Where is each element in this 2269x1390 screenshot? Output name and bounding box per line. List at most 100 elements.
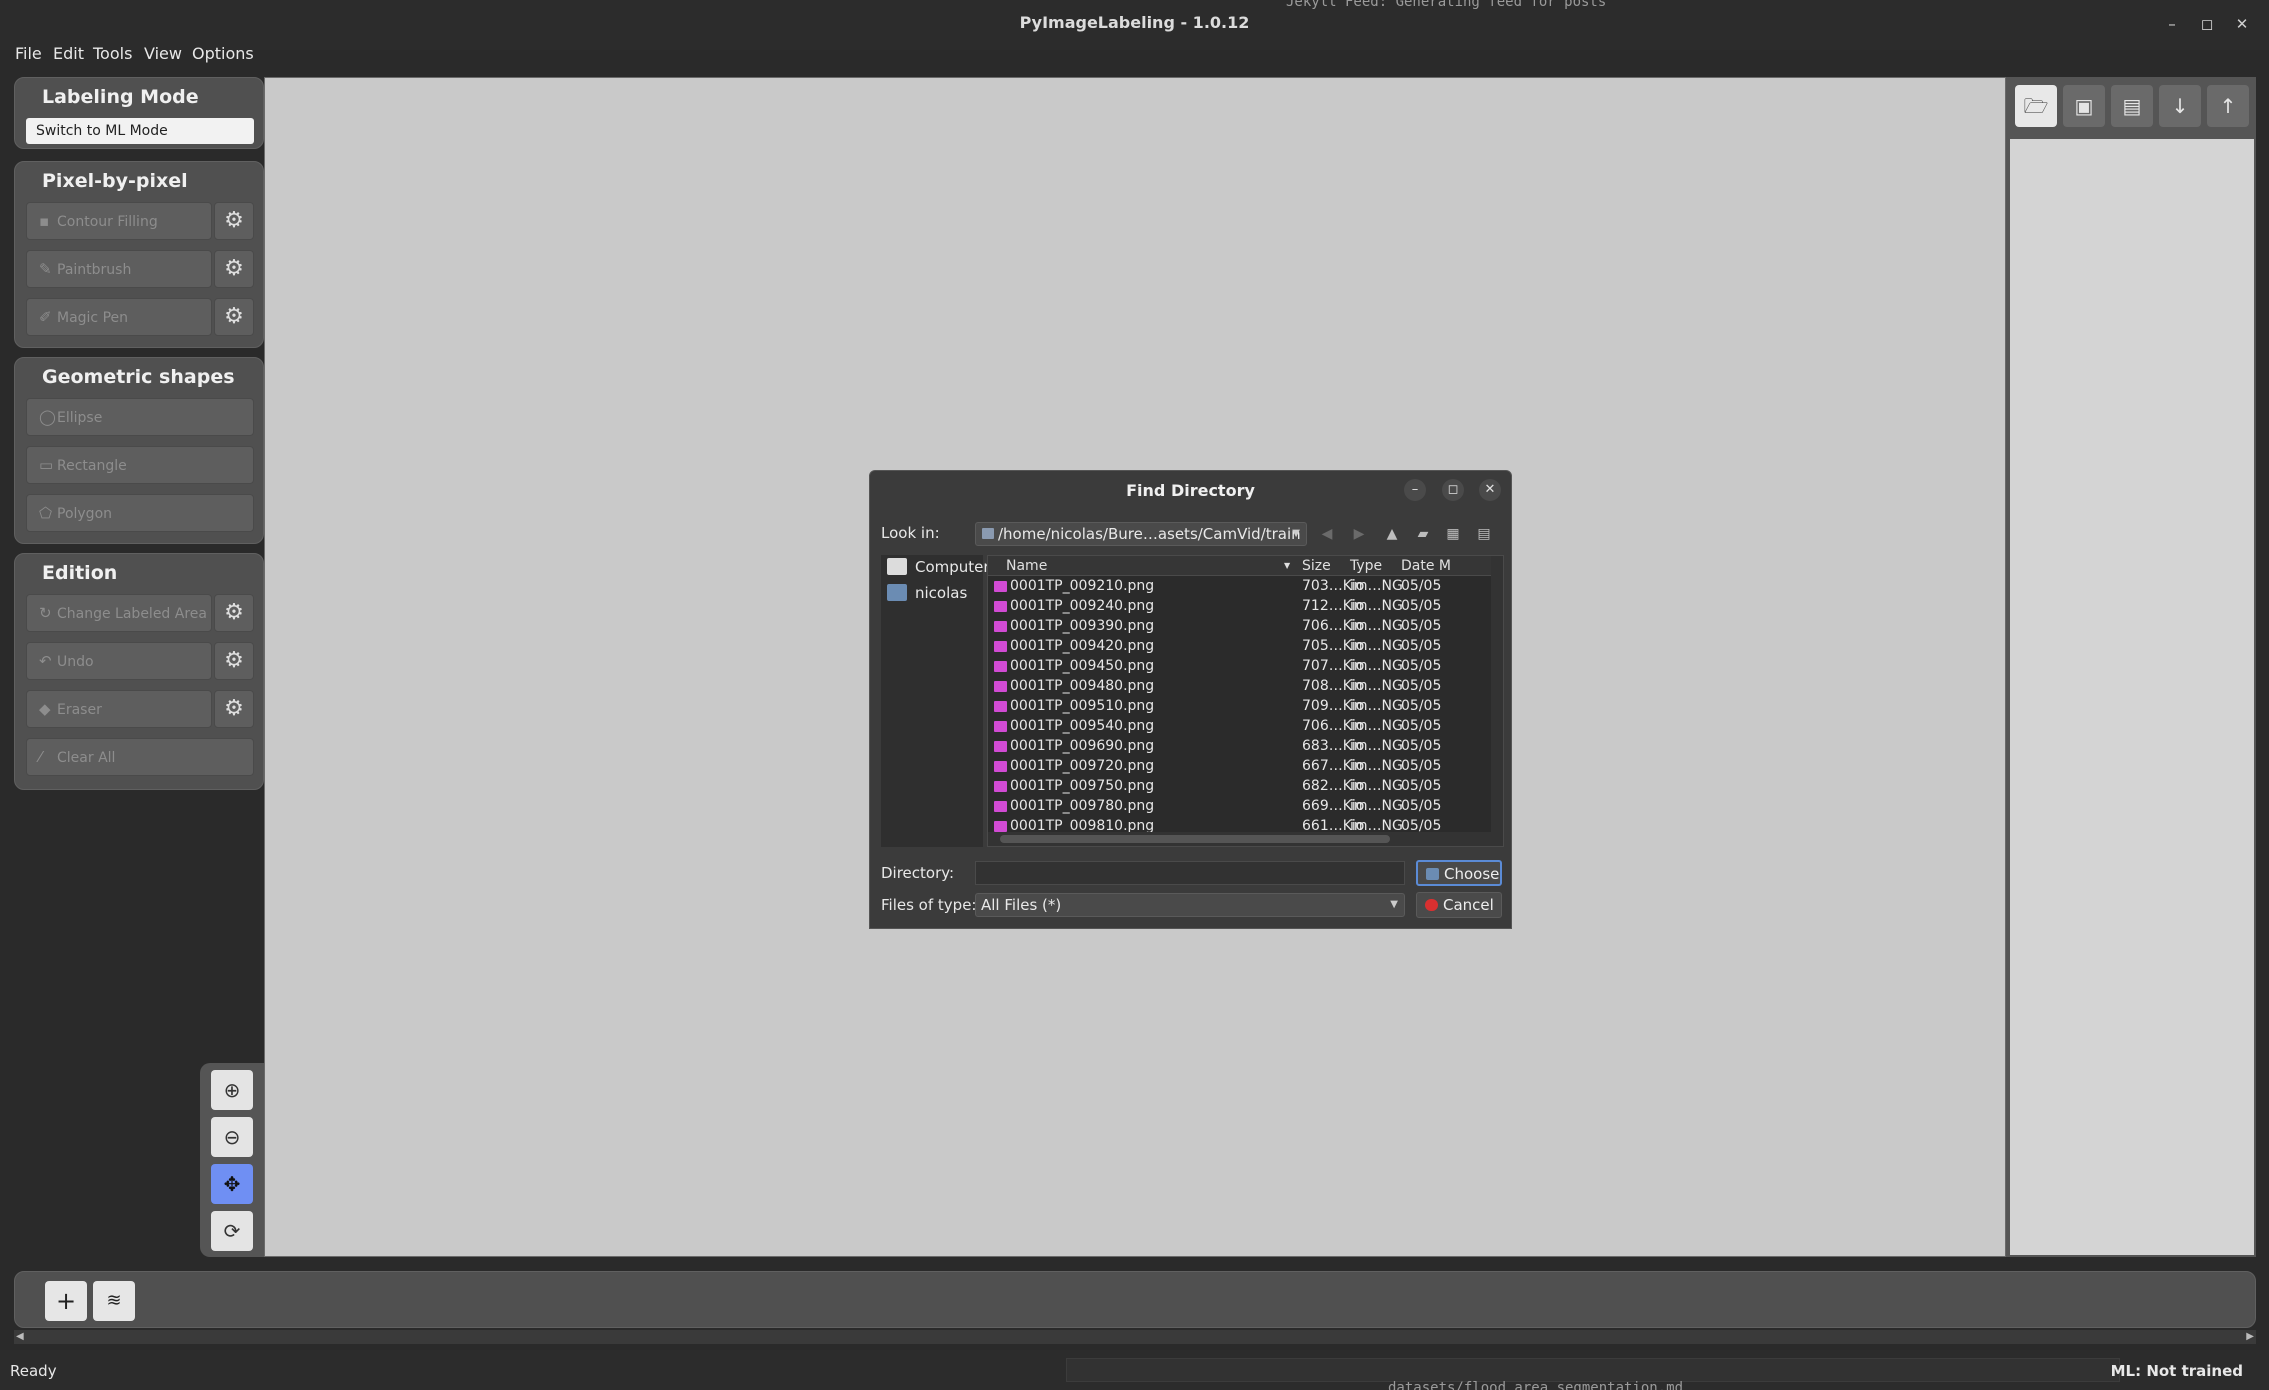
- geometric-group-title: Geometric shapes: [42, 366, 235, 388]
- menu-file[interactable]: File: [15, 44, 42, 63]
- change-labeled-area-button[interactable]: ↻ Change Labeled Area: [26, 594, 212, 632]
- rectangle-button[interactable]: ▭ Rectangle: [26, 446, 254, 484]
- upload-icon[interactable]: ↑: [2207, 85, 2249, 127]
- scroll-thumb[interactable]: [1000, 835, 1390, 843]
- files-of-type-value: All Files (*): [981, 896, 1062, 914]
- paintbrush-settings-icon[interactable]: ⚙: [214, 250, 254, 288]
- file-date: 05/05: [1401, 758, 1442, 774]
- look-in-label: Look in:: [881, 524, 940, 542]
- scroll-right-icon[interactable]: ▶: [2246, 1330, 2254, 1344]
- file-row[interactable]: 0001TP_009720.png 667…Kio im…NG 05/05: [988, 757, 1493, 777]
- zoom-in-icon[interactable]: ⊕: [211, 1070, 253, 1110]
- file-date: 05/05: [1401, 798, 1442, 814]
- window-title: PyImageLabeling - 1.0.12: [1019, 13, 1250, 32]
- zoom-out-icon[interactable]: ⊖: [211, 1117, 253, 1157]
- minimize-icon[interactable]: –: [2160, 12, 2184, 36]
- save-as-icon[interactable]: ▤: [2111, 85, 2153, 127]
- contour-filling-button[interactable]: ▪ Contour Filling: [26, 202, 212, 240]
- magic-pen-settings-icon[interactable]: ⚙: [214, 298, 254, 336]
- file-date: 05/05: [1401, 598, 1442, 614]
- file-date: 05/05: [1401, 698, 1442, 714]
- place-computer[interactable]: Computer: [885, 555, 990, 579]
- undo-button[interactable]: ↶ Undo: [26, 642, 212, 680]
- layers-icon[interactable]: ≋: [93, 1281, 135, 1321]
- cancel-button[interactable]: Cancel: [1416, 892, 1502, 918]
- add-icon[interactable]: +: [45, 1281, 87, 1321]
- file-row[interactable]: 0001TP_009780.png 669…Kio im…NG 05/05: [988, 797, 1493, 817]
- contour-filling-settings-icon[interactable]: ⚙: [214, 202, 254, 240]
- file-type: im…NG: [1350, 618, 1403, 634]
- column-name[interactable]: Name: [1006, 558, 1047, 574]
- menu-edit[interactable]: Edit: [53, 44, 84, 63]
- file-row[interactable]: 0001TP_009210.png 703…Kio im…NG 05/05: [988, 577, 1493, 597]
- reset-view-icon[interactable]: ⟳: [211, 1211, 253, 1251]
- column-type[interactable]: Type: [1350, 558, 1382, 574]
- file-list-panel[interactable]: [2010, 139, 2254, 1255]
- undo-settings-icon[interactable]: ⚙: [214, 642, 254, 680]
- tool-label: Polygon: [57, 506, 113, 522]
- maximize-icon[interactable]: ◻: [2195, 12, 2219, 36]
- detail-view-icon[interactable]: ▤: [1473, 524, 1495, 544]
- file-row[interactable]: 0001TP_009540.png 706…Kio im…NG 05/05: [988, 717, 1493, 737]
- file-date: 05/05: [1401, 738, 1442, 754]
- new-folder-icon[interactable]: ▰: [1412, 524, 1434, 544]
- change-labeled-area-settings-icon[interactable]: ⚙: [214, 594, 254, 632]
- choose-button[interactable]: Choose: [1416, 860, 1502, 886]
- tool-label: Contour Filling: [57, 214, 158, 230]
- eraser-settings-icon[interactable]: ⚙: [214, 690, 254, 728]
- cancel-label: Cancel: [1443, 896, 1494, 914]
- place-nicolas[interactable]: nicolas: [885, 581, 983, 605]
- status-text: Ready: [10, 1362, 57, 1380]
- file-name: 0001TP_009420.png: [1010, 638, 1155, 654]
- magic-pen-button[interactable]: ✐ Magic Pen: [26, 298, 212, 336]
- parent-dir-icon[interactable]: ▲: [1381, 524, 1403, 544]
- directory-input[interactable]: [975, 861, 1405, 885]
- menu-options[interactable]: Options: [192, 44, 254, 63]
- move-icon[interactable]: ✥: [211, 1164, 253, 1204]
- clear-all-button[interactable]: ⁄ Clear All: [26, 738, 254, 776]
- window-titlebar: Jekyll Feed: Generating feed for posts P…: [0, 0, 2269, 50]
- file-row[interactable]: 0001TP_009690.png 683…Kio im…NG 05/05: [988, 737, 1493, 757]
- save-icon[interactable]: ▣: [2063, 85, 2105, 127]
- menu-view[interactable]: View: [144, 44, 182, 63]
- image-file-icon: [994, 601, 1007, 612]
- file-list: Name ▼ Size Type Date M 0001TP_009210.pn…: [987, 555, 1504, 847]
- column-size[interactable]: Size: [1302, 558, 1331, 574]
- column-date[interactable]: Date M: [1401, 558, 1451, 574]
- file-type: im…NG: [1350, 678, 1403, 694]
- look-in-combo[interactable]: /home/nicolas/Bure…asets/CamVid/train ▼: [975, 522, 1307, 546]
- close-icon[interactable]: ✕: [2230, 12, 2254, 36]
- refresh-icon: ↻: [39, 604, 52, 622]
- polygon-button[interactable]: ⬠ Polygon: [26, 494, 254, 532]
- broom-icon: ⁄: [39, 748, 42, 766]
- dialog-maximize-icon[interactable]: ◻: [1442, 479, 1464, 501]
- file-row[interactable]: 0001TP_009480.png 708…Kio im…NG 05/05: [988, 677, 1493, 697]
- file-row[interactable]: 0001TP_009510.png 709…Kio im…NG 05/05: [988, 697, 1493, 717]
- file-row[interactable]: 0001TP_009390.png 706…Kio im…NG 05/05: [988, 617, 1493, 637]
- file-list-vscroll[interactable]: [1491, 556, 1503, 846]
- eraser-button[interactable]: ◆ Eraser: [26, 690, 212, 728]
- menu-tools[interactable]: Tools: [93, 44, 132, 63]
- download-icon[interactable]: ↓: [2159, 85, 2201, 127]
- file-row[interactable]: 0001TP_009450.png 707…Kio im…NG 05/05: [988, 657, 1493, 677]
- open-folder-icon[interactable]: 🗁: [2015, 85, 2057, 127]
- files-of-type-combo[interactable]: All Files (*) ▼: [975, 893, 1405, 917]
- file-list-hscroll[interactable]: [988, 832, 1503, 846]
- paintbrush-button[interactable]: ✎ Paintbrush: [26, 250, 212, 288]
- list-view-icon[interactable]: ▦: [1442, 524, 1464, 544]
- horizontal-scrollbar[interactable]: ◀ ▶: [14, 1330, 2256, 1344]
- file-row[interactable]: 0001TP_009420.png 705…Kio im…NG 05/05: [988, 637, 1493, 657]
- edition-group-title: Edition: [42, 562, 118, 584]
- cancel-icon: [1425, 899, 1438, 911]
- back-icon[interactable]: ◀: [1316, 524, 1338, 544]
- file-row[interactable]: 0001TP_009240.png 712…Kio im…NG 05/05: [988, 597, 1493, 617]
- eraser-icon: ◆: [39, 700, 51, 718]
- file-row[interactable]: 0001TP_009750.png 682…Kio im…NG 05/05: [988, 777, 1493, 797]
- dialog-minimize-icon[interactable]: –: [1404, 479, 1426, 501]
- scroll-left-icon[interactable]: ◀: [16, 1330, 24, 1344]
- dialog-close-icon[interactable]: ✕: [1479, 479, 1501, 501]
- forward-icon[interactable]: ▶: [1348, 524, 1370, 544]
- polygon-icon: ⬠: [39, 504, 53, 522]
- ellipse-button[interactable]: ◯Ellipse: [26, 398, 254, 436]
- switch-mode-button[interactable]: Switch to ML Mode: [26, 118, 254, 144]
